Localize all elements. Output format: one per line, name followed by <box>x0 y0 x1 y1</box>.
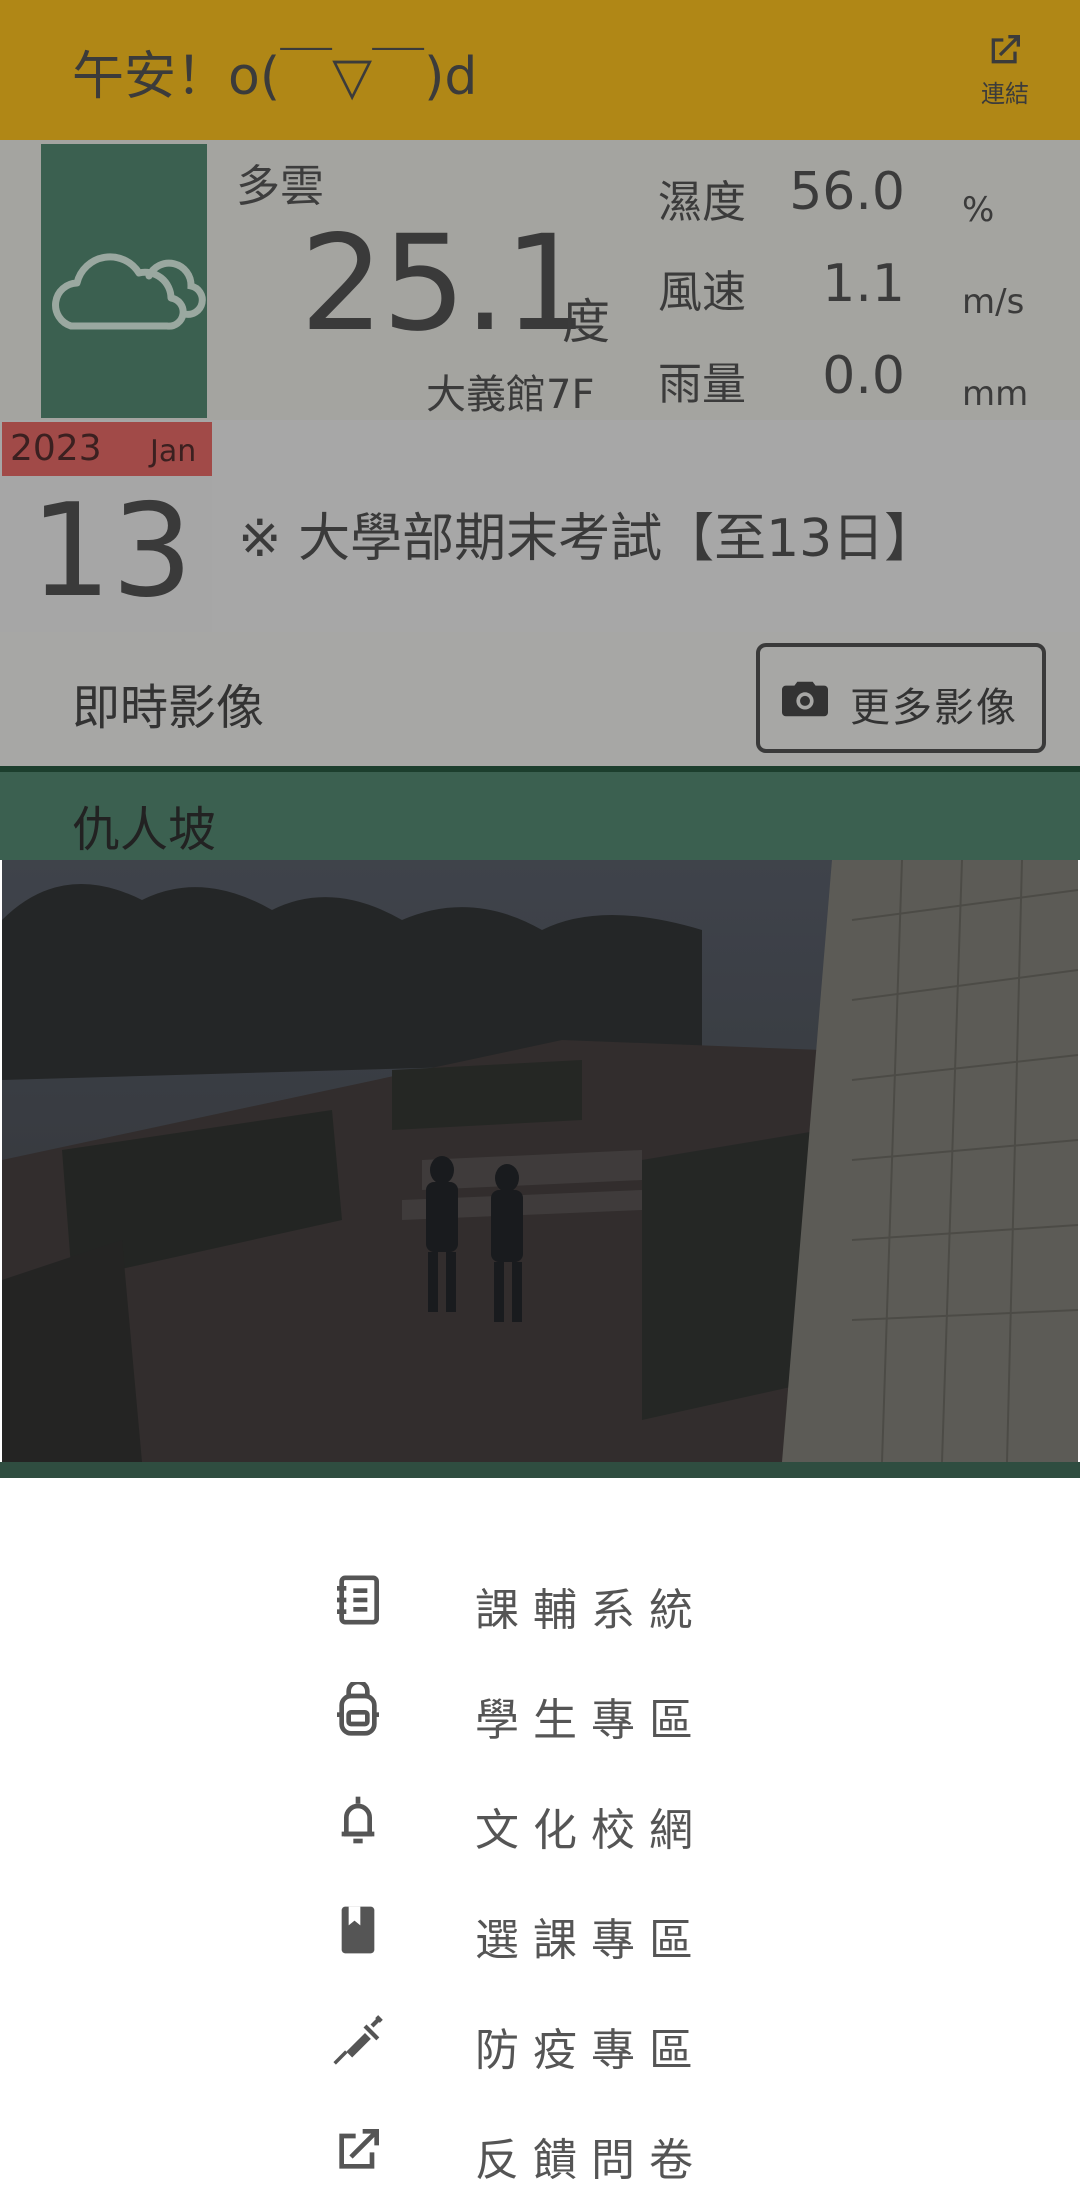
more-images-label: 更多影像 <box>850 685 1018 731</box>
date-month: Jan <box>150 434 197 469</box>
event-text[interactable]: ※ 大學部期末考試【至13日】 <box>238 496 936 571</box>
weather-station: 大義館7F <box>426 372 595 418</box>
menu-item-label: 防疫專區 <box>475 2025 707 2076</box>
weather-icon-box <box>41 144 207 418</box>
date-year: 2023 <box>10 428 102 469</box>
syringe-icon <box>333 2015 383 2065</box>
menu-item-epidemic-prevention[interactable]: 防疫專區 <box>330 1990 750 2090</box>
camera-icon <box>782 681 828 717</box>
cloud-icon <box>52 253 206 330</box>
camera-card-footer <box>0 1462 1080 1478</box>
bottom-menu: 課輔系統 學生專區 文化校網 選課專區 防疫專區 反饋問卷 <box>0 1478 1080 2186</box>
menu-item-label: 選課專區 <box>475 1915 707 1966</box>
external-link-icon <box>339 2129 379 2169</box>
menu-item-tutoring-system[interactable]: 課輔系統 <box>330 1550 750 1650</box>
weather-condition: 多雲 <box>236 161 324 212</box>
live-images-title: 即時影像 <box>72 680 265 736</box>
bookmark-book-icon <box>341 1906 375 1954</box>
menu-item-label: 課輔系統 <box>475 1585 707 1636</box>
temperature-unit: 度 <box>562 294 611 350</box>
menu-item-label: 學生專區 <box>475 1695 707 1746</box>
link-label: 連結 <box>981 80 1029 108</box>
camera-title: 仇人坡 <box>72 802 217 858</box>
menu-item-student-zone[interactable]: 學生專區 <box>330 1660 750 1760</box>
menu-item-course-selection[interactable]: 選課專區 <box>330 1880 750 1980</box>
humidity-value: 56.0 <box>789 162 905 222</box>
date-day: 13 <box>30 477 193 626</box>
bell-icon <box>341 1796 375 1844</box>
temperature-value: 25.1 <box>300 207 588 361</box>
menu-item-label: 文化校網 <box>475 1805 707 1856</box>
menu-item-feedback-survey[interactable]: 反饋問卷 <box>330 2100 750 2200</box>
humidity-unit: % <box>962 190 995 230</box>
menu-item-label: 反饋問卷 <box>475 2135 707 2186</box>
wind-unit: m/s <box>962 282 1025 322</box>
camera-image[interactable] <box>2 860 1078 1462</box>
backpack-icon <box>337 1682 379 1736</box>
menu-item-culture-website[interactable]: 文化校網 <box>330 1770 750 1870</box>
rain-value: 0.0 <box>822 346 905 406</box>
rain-unit: mm <box>962 374 1029 414</box>
wind-value: 1.1 <box>822 254 905 314</box>
camera-scene-image <box>2 860 1078 1462</box>
notebook-icon <box>337 1575 379 1625</box>
external-link-icon <box>991 35 1020 64</box>
more-images-button[interactable]: 更多影像 <box>756 643 1046 753</box>
greeting-text: 午安！o(￣▽￣)d <box>72 47 478 107</box>
link-button[interactable]: 連結 <box>970 30 1040 120</box>
